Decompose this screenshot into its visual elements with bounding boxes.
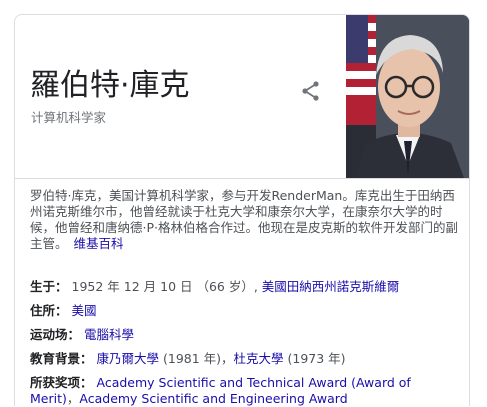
fact-value-field: 電腦科學 [84,327,134,342]
fact-value-born: 1952 年 12 月 10 日 （66 岁）, 美國田納西州諾克斯維爾 [72,279,400,294]
facts-list: 生于： 1952 年 12 月 10 日 （66 岁）, 美國田納西州諾克斯維爾… [30,279,460,406]
fact-label-field: 运动场： [30,327,81,342]
fact-value-residence: 美國 [72,303,97,318]
fact-label-born: 生于： [30,279,68,294]
fact-education: 教育背景： 康乃爾大學 (1981 年)，杜克大學 (1973 年) [30,351,460,367]
born-place-link[interactable]: 美國田納西州諾克斯維爾 [262,279,400,294]
share-icon[interactable] [299,79,323,103]
profile-photo[interactable] [346,15,469,178]
education-year-1: (1981 年)， [159,351,234,366]
education-link-cornell[interactable]: 康乃爾大學 [97,351,160,366]
subtitle: 计算机科学家 [31,110,107,125]
fact-label-awards: 所获奖项： [30,375,93,390]
description: 罗伯特·库克，美国计算机科学家，参与开发RenderMan。库克出生于田纳西州诺… [30,188,458,252]
fact-born: 生于： 1952 年 12 月 10 日 （66 岁）, 美國田納西州諾克斯維爾 [30,279,460,295]
fact-residence: 住所： 美國 [30,303,460,319]
education-year-2: (1973 年) [283,351,346,366]
fact-field: 运动场： 電腦科學 [30,327,460,343]
award-separator: ， [66,391,80,406]
fact-label-education: 教育背景： [30,351,93,366]
field-link[interactable]: 電腦科學 [84,327,134,342]
fact-awards: 所获奖项： Academy Scientific and Technical A… [30,375,460,406]
page-title: 羅伯特·庫克 [30,68,190,103]
wikipedia-link[interactable]: 维基百科 [74,236,124,251]
residence-link[interactable]: 美國 [72,303,97,318]
panel-header: 羅伯特·庫克 计算机科学家 [15,15,469,178]
award-link-2[interactable]: Academy Scientific and Engineering Award [79,391,347,406]
born-date: 1952 年 12 月 10 日 （66 岁）, [71,279,262,294]
fact-label-residence: 住所： [30,303,68,318]
knowledge-panel: 羅伯特·庫克 计算机科学家 罗伯特·库克，美国计算机科学家，参与开发Render… [14,14,470,406]
header-divider [15,178,469,179]
education-link-duke[interactable]: 杜克大學 [234,351,284,366]
fact-value-education: 康乃爾大學 (1981 年)，杜克大學 (1973 年) [97,351,346,366]
